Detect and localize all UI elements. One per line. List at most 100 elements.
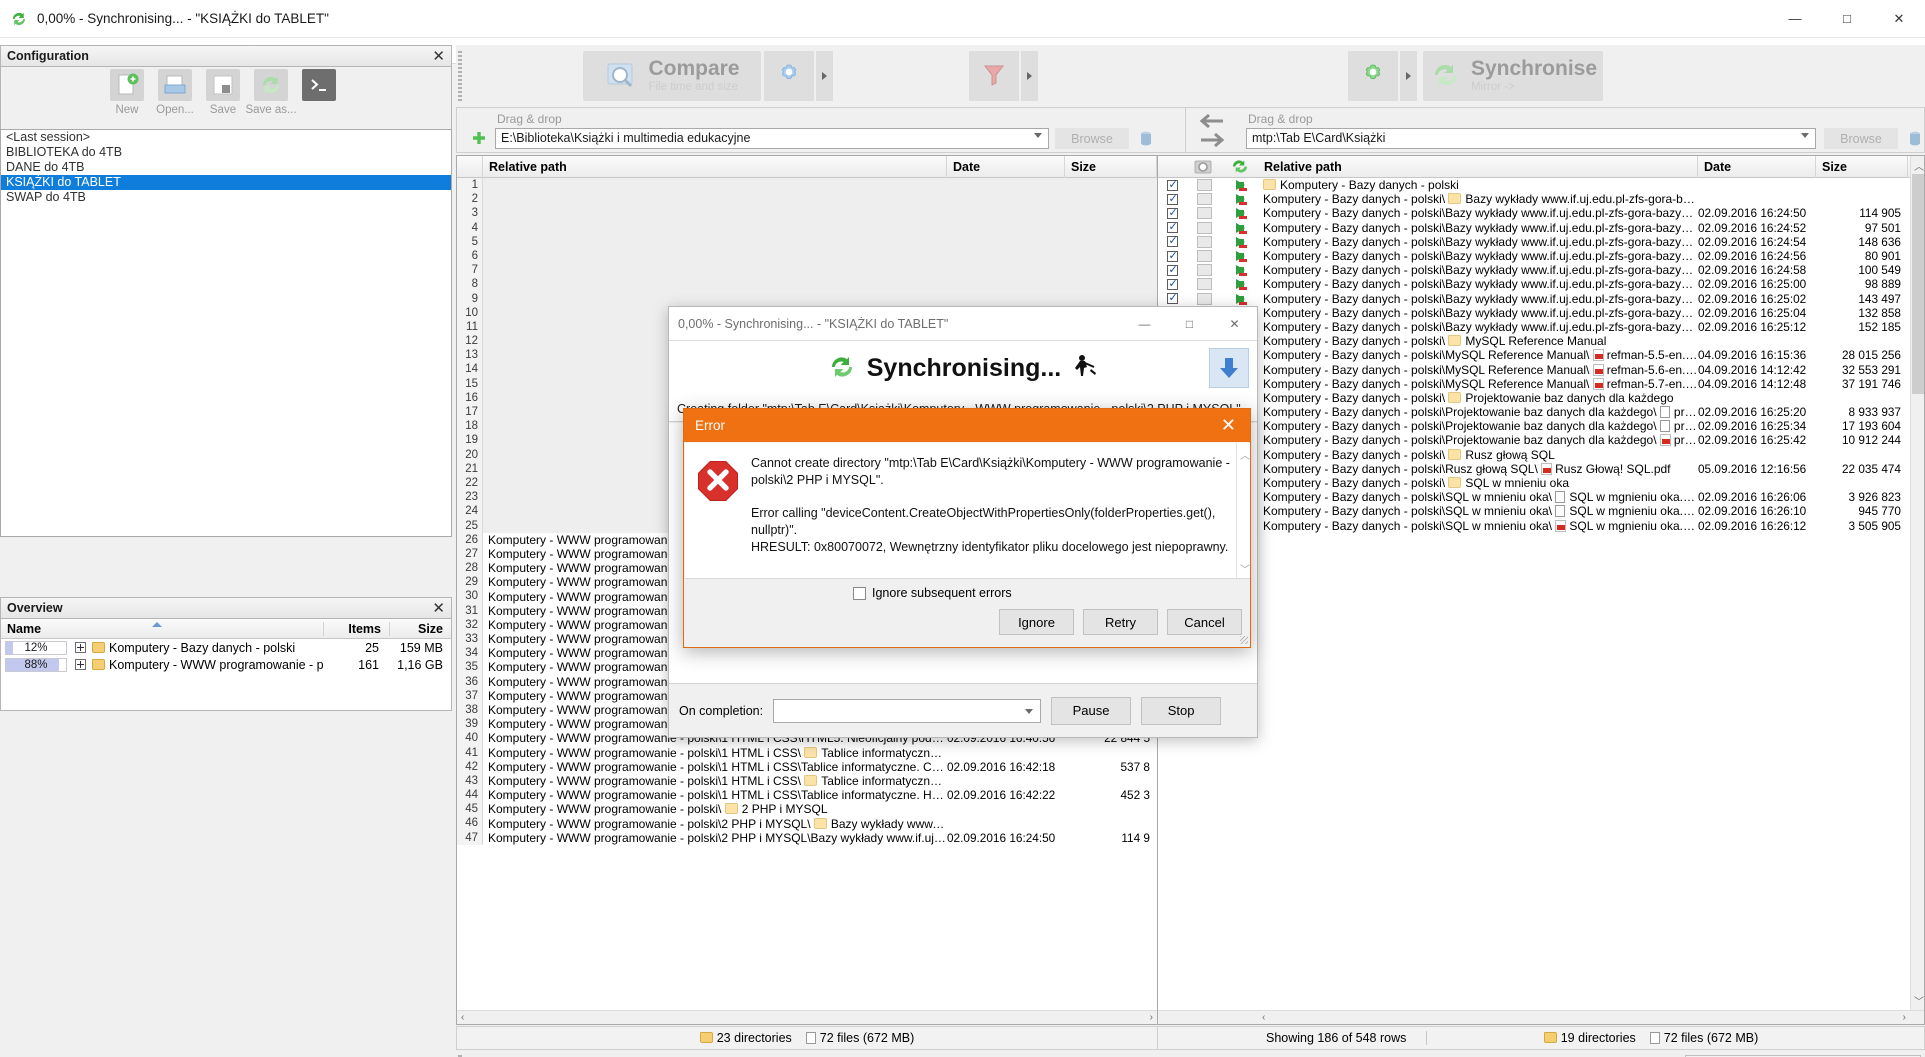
table-row[interactable]: 43 Komputery - WWW programowanie - polski… [457,773,1157,789]
row-include-checkbox[interactable] [1166,291,1178,305]
checkbox-icon[interactable] [853,586,866,600]
right-drive-icon[interactable] [1906,128,1924,149]
table-row[interactable]: Komputery - Bazy danych - polski\Rusz gł… [1258,462,1924,476]
compare-dropdown-button[interactable] [816,51,833,101]
synchronise-button[interactable]: Synchronise Mirror -> [1423,51,1603,101]
compare-magnifier-icon[interactable] [1186,156,1222,178]
center-row[interactable] [1158,249,1258,263]
ignore-subsequent-errors-checkbox[interactable]: Ignore subsequent errors [853,586,1012,600]
overview-row[interactable]: 12% Komputery - Bazy danych - polski 25 … [1,639,451,656]
overview-col-name[interactable]: Name [1,622,323,636]
close-button[interactable]: ✕ [1873,0,1925,38]
config-save-button[interactable]: Save [200,69,246,127]
center-row[interactable] [1158,291,1258,306]
row-include-checkbox[interactable] [1166,263,1178,276]
sync-dropdown-button[interactable] [1400,51,1417,101]
table-row[interactable]: Komputery - Bazy danych - polski\MySQL R… [1258,377,1924,391]
table-row[interactable]: Komputery - Bazy danych - polski\SQL w m… [1258,504,1924,518]
right-col-relative-path[interactable]: Relative path [1258,156,1698,178]
left-col-relative-path[interactable]: Relative path [483,156,947,178]
green-arrow-right-icon[interactable] [1235,293,1247,305]
resize-grip[interactable] [1240,636,1248,644]
table-row[interactable]: Komputery - Bazy danych - polski\Bazy wy… [1258,206,1924,220]
table-row[interactable]: 5 [457,234,1157,249]
table-row[interactable]: 6 [457,248,1157,264]
config-new-button[interactable]: New [104,69,150,127]
green-arrow-right-icon[interactable] [1235,180,1247,192]
table-row[interactable]: 3 [457,206,1157,221]
row-include-checkbox[interactable] [1166,220,1178,234]
close-icon[interactable]: ✕ [1221,415,1236,436]
overview-col-items[interactable]: Items [323,621,389,636]
download-arrow-button[interactable] [1209,348,1249,388]
table-row[interactable]: Komputery - Bazy danych - polski\Projekt… [1258,419,1924,433]
table-row[interactable]: Komputery - Bazy danych - polski\Bazy wy… [1258,221,1924,235]
table-row[interactable]: 2 [457,192,1157,207]
error-message-scrollbar[interactable]: ︿ ﹀ [1236,443,1250,580]
table-row[interactable]: Komputery - Bazy danych - polski\ MySQL … [1258,334,1924,348]
chevron-down-icon[interactable] [1034,133,1042,138]
row-include-checkbox[interactable] [1166,206,1178,219]
table-row[interactable]: Komputery - Bazy danych - polski\Bazy wy… [1258,235,1924,249]
ignore-button[interactable]: Ignore [999,609,1074,635]
maximize-button[interactable]: □ [1821,0,1873,38]
compare-button[interactable]: Compare File time and size [583,51,761,101]
right-col-size[interactable]: Size [1816,156,1908,178]
row-include-checkbox[interactable] [1166,178,1178,191]
center-row[interactable] [1158,234,1258,249]
table-row[interactable]: Komputery - Bazy danych - polski\Bazy wy… [1258,277,1924,291]
green-arrow-right-icon[interactable] [1235,251,1247,263]
table-row[interactable]: 42 Komputery - WWW programowanie - polski… [457,759,1157,774]
green-arrow-right-icon[interactable] [1235,265,1247,277]
sync-settings-button[interactable] [1348,51,1398,101]
right-col-date[interactable]: Date [1698,156,1816,178]
overview-row[interactable]: 88% Komputery - WWW programowanie - pol.… [1,656,451,673]
arrow-left-icon[interactable] [1199,113,1225,132]
table-row[interactable]: Komputery - Bazy danych - polski [1258,178,1924,192]
expand-icon[interactable] [75,642,86,653]
arrow-right-icon[interactable] [1199,132,1225,151]
table-row[interactable]: 46 Komputery - WWW programowanie - polski… [457,816,1157,831]
green-arrow-right-icon[interactable] [1235,279,1247,291]
table-row[interactable]: 8 [457,277,1157,292]
table-row[interactable]: 7 [457,263,1157,278]
row-include-checkbox[interactable] [1166,192,1178,205]
table-row[interactable]: 9 [457,291,1157,306]
stop-button[interactable]: Stop [1141,696,1222,725]
table-row[interactable]: Komputery - Bazy danych - polski\Projekt… [1258,433,1924,447]
table-row[interactable]: 44 Komputery - WWW programowanie - polski… [457,788,1157,803]
center-horizontal-scrollbar[interactable] [1158,1010,1258,1024]
compare-settings-button[interactable] [764,51,814,101]
center-row[interactable] [1158,263,1258,277]
config-open-button[interactable]: Open... [152,69,198,127]
table-row[interactable]: 41 Komputery - WWW programowanie - polski… [457,745,1157,760]
table-row[interactable]: Komputery - Bazy danych - polski\Bazy wy… [1258,306,1924,320]
table-row[interactable]: Komputery - Bazy danych - polski\Bazy wy… [1258,320,1924,334]
close-icon[interactable]: ✕ [432,599,445,617]
row-include-checkbox[interactable] [1166,277,1178,290]
right-browse-button[interactable]: Browse [1824,128,1898,149]
center-row[interactable] [1158,277,1258,291]
config-item-last-session[interactable]: <Last session> [1,130,451,145]
filter-dropdown-button[interactable] [1021,51,1038,101]
config-saveas-button[interactable]: Save as... [245,69,297,127]
table-row[interactable]: Komputery - Bazy danych - polski\ Projek… [1258,391,1924,405]
minimize-button[interactable]: — [1769,0,1821,38]
table-row[interactable]: Komputery - Bazy danych - polski\MySQL R… [1258,362,1924,377]
green-arrow-right-icon[interactable] [1235,222,1247,234]
config-batch-button[interactable] [296,69,342,127]
table-row[interactable]: Komputery - Bazy danych - polski\MySQL R… [1258,348,1924,362]
cancel-button[interactable]: Cancel [1167,609,1242,635]
right-horizontal-scrollbar[interactable]: ‹ › [1258,1010,1924,1024]
green-arrow-right-icon[interactable] [1235,208,1247,220]
right-vertical-scrollbar[interactable]: ︿ ﹀ [1910,156,1924,1024]
table-row[interactable]: Komputery - Bazy danych - polski\Bazy wy… [1258,249,1924,263]
green-arrow-right-icon[interactable] [1235,236,1247,248]
config-item-biblioteka[interactable]: BIBLIOTEKA do 4TB [1,145,451,160]
center-row[interactable] [1158,178,1258,192]
table-row[interactable]: 4 [457,220,1157,235]
table-row[interactable]: Komputery - Bazy danych - polski\Projekt… [1258,405,1924,419]
table-row[interactable]: Komputery - Bazy danych - polski\SQL w m… [1258,490,1924,504]
sync-maximize-button[interactable]: □ [1167,307,1212,340]
table-row[interactable]: Komputery - Bazy danych - polski\ SQL w … [1258,476,1924,490]
